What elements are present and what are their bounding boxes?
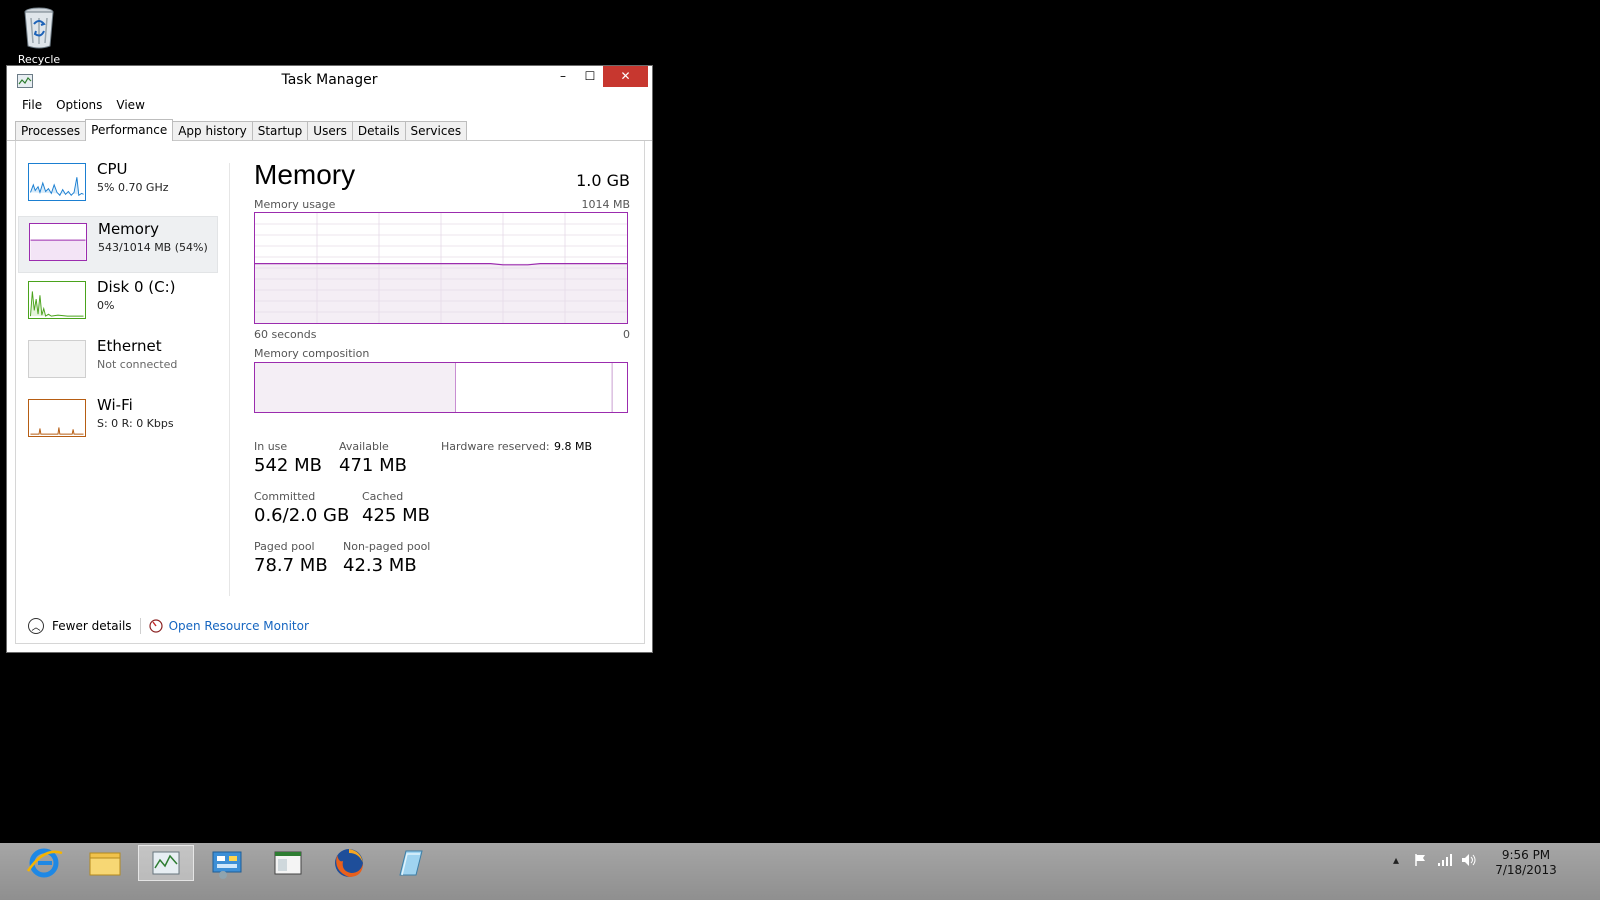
footer-separator: [139, 618, 141, 634]
tab-services[interactable]: Services: [404, 121, 468, 140]
taskbar-app-window[interactable]: [260, 845, 316, 881]
stat-available-label: Available: [339, 440, 389, 453]
taskbar-file-explorer[interactable]: [77, 845, 133, 881]
taskbar-clock[interactable]: 9:56 PM 7/18/2013: [1486, 848, 1566, 878]
stat-committed-value: 0.6/2.0 GB: [254, 505, 350, 526]
taskbar: ▴ 9:56 PM 7/18/2013: [0, 843, 1600, 900]
minimize-button[interactable]: –: [550, 66, 576, 87]
taskbar-firefox[interactable]: [321, 845, 377, 881]
disk-thumbnail-graph: [28, 281, 86, 319]
taskbar-notepad[interactable]: [382, 845, 438, 881]
action-center-flag-icon[interactable]: [1414, 853, 1428, 867]
stat-nonpaged-pool-label: Non-paged pool: [343, 540, 431, 553]
sidebar-item-wifi[interactable]: Wi-Fi S: 0 R: 0 Kbps: [18, 393, 218, 450]
control-panel-icon: [212, 851, 242, 879]
tab-app-history[interactable]: App history: [172, 121, 253, 140]
graph-time-left: 60 seconds: [254, 328, 317, 341]
cpu-thumbnail-graph: [28, 163, 86, 201]
sidebar-item-disk[interactable]: Disk 0 (C:) 0%: [18, 275, 218, 332]
composition-in-use-segment: [255, 363, 456, 412]
memory-usage-max: 1014 MB: [581, 198, 630, 211]
volume-icon[interactable]: [1461, 853, 1477, 867]
menu-file[interactable]: File: [15, 98, 49, 112]
task-manager-icon: [152, 851, 180, 875]
recycle-bin-icon: [24, 7, 54, 49]
firefox-icon: [335, 849, 363, 877]
resource-monitor-icon: [148, 619, 163, 633]
folder-icon: [89, 852, 121, 876]
stat-in-use-label: In use: [254, 440, 288, 453]
memory-usage-graph: [254, 212, 628, 324]
taskbar-internet-explorer[interactable]: [16, 845, 72, 881]
clock-date: 7/18/2013: [1495, 863, 1557, 877]
sidebar-wifi-sub: S: 0 R: 0 Kbps: [97, 417, 174, 430]
internet-explorer-icon: [26, 848, 63, 878]
stat-hw-reserved-value: 9.8 MB: [554, 440, 593, 453]
memory-composition-label: Memory composition: [254, 347, 370, 360]
notepad-icon: [399, 850, 423, 876]
stat-cached-label: Cached: [362, 490, 404, 503]
tab-users[interactable]: Users: [307, 121, 353, 140]
stat-in-use-value: 542 MB: [254, 455, 322, 476]
recycle-bin-desktop-icon[interactable]: Recycle Bin: [8, 6, 70, 65]
stat-committed-label: Committed: [254, 490, 316, 503]
clock-time: 9:56 PM: [1501, 848, 1551, 862]
stat-nonpaged-pool-value: 42.3 MB: [343, 555, 417, 576]
sidebar-ethernet-name: Ethernet: [97, 337, 162, 355]
menu-options[interactable]: Options: [49, 98, 109, 112]
stat-available-value: 471 MB: [339, 455, 407, 476]
sidebar-wifi-name: Wi-Fi: [97, 396, 133, 414]
task-manager-window: Task Manager – ☐ ✕ File Options View Pro…: [6, 65, 653, 653]
sidebar-cpu-sub: 5% 0.70 GHz: [97, 181, 169, 194]
menu-bar: File Options View: [7, 95, 652, 115]
stat-paged-pool-value: 78.7 MB: [254, 555, 328, 576]
tab-startup[interactable]: Startup: [251, 121, 309, 140]
memory-thumbnail-graph: [29, 223, 87, 261]
stat-hw-reserved-label: Hardware reserved:: [441, 440, 550, 453]
taskbar-task-manager[interactable]: [138, 845, 194, 881]
stat-cached-value: 425 MB: [362, 505, 430, 526]
open-resource-monitor-link[interactable]: Open Resource Monitor: [169, 619, 309, 633]
title-bar[interactable]: Task Manager – ☐ ✕: [7, 66, 652, 95]
fewer-details-button[interactable]: Fewer details: [52, 619, 132, 633]
panel-footer: ︿ Fewer details Open Resource Monitor: [24, 615, 309, 637]
close-button[interactable]: ✕: [603, 66, 648, 87]
tray-overflow-icon[interactable]: ▴: [1393, 853, 1399, 867]
sidebar-memory-sub: 543/1014 MB (54%): [98, 241, 208, 254]
composition-standby-segment: [455, 363, 613, 412]
app-window-icon: [274, 851, 302, 875]
wifi-thumbnail-graph: [28, 399, 86, 437]
sidebar-item-memory[interactable]: Memory 543/1014 MB (54%): [18, 216, 218, 273]
sidebar-disk-sub: 0%: [97, 299, 115, 312]
sidebar-ethernet-sub: Not connected: [97, 358, 178, 371]
tab-processes[interactable]: Processes: [15, 121, 87, 140]
chevron-up-icon[interactable]: ︿: [28, 618, 44, 634]
sidebar-divider: [229, 163, 230, 596]
sidebar-memory-name: Memory: [98, 220, 160, 238]
maximize-button[interactable]: ☐: [577, 66, 603, 87]
memory-usage-label: Memory usage: [254, 198, 336, 211]
tab-strip: Processes Performance App history Startu…: [7, 118, 652, 141]
network-signal-icon[interactable]: [1437, 853, 1453, 867]
sidebar-disk-name: Disk 0 (C:): [97, 278, 176, 296]
sidebar-item-ethernet[interactable]: Ethernet Not connected: [18, 334, 218, 391]
stat-paged-pool-label: Paged pool: [254, 540, 315, 553]
graph-time-right: 0: [623, 328, 630, 341]
recycle-bin-label: Recycle Bin: [17, 53, 61, 65]
memory-total: 1.0 GB: [576, 171, 630, 190]
tab-performance[interactable]: Performance: [85, 119, 174, 141]
tab-details[interactable]: Details: [351, 121, 406, 140]
menu-view[interactable]: View: [109, 98, 151, 112]
sidebar-item-cpu[interactable]: CPU 5% 0.70 GHz: [18, 157, 218, 214]
taskbar-control-panel[interactable]: [199, 845, 255, 881]
memory-title: Memory: [254, 159, 356, 190]
ethernet-thumbnail-graph: [28, 340, 86, 378]
sidebar-cpu-name: CPU: [97, 160, 128, 178]
memory-composition-bar: [254, 362, 628, 413]
performance-panel: CPU 5% 0.70 GHz Memory 543/1014 MB (54%)…: [15, 141, 645, 644]
resource-list: CPU 5% 0.70 GHz Memory 543/1014 MB (54%)…: [18, 157, 218, 452]
